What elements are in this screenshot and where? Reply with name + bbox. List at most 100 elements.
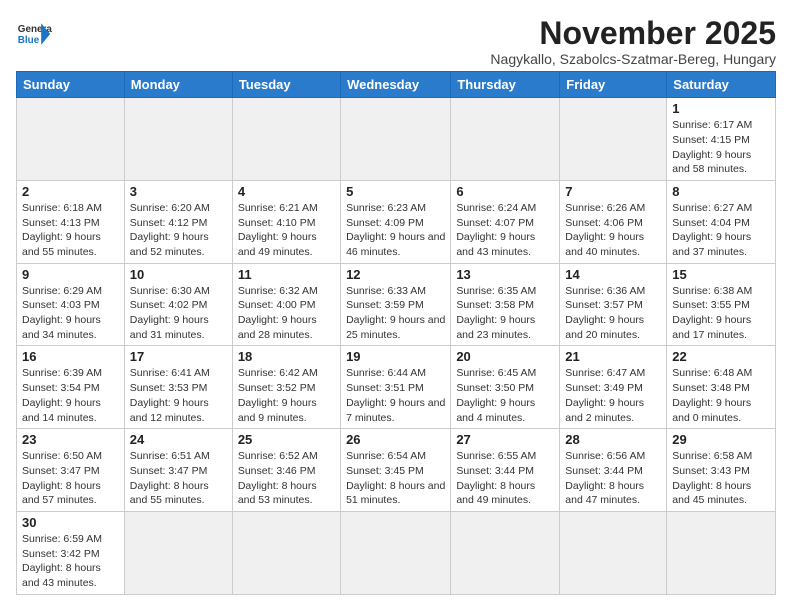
month-title: November 2025 bbox=[490, 16, 776, 51]
day-info: Sunrise: 6:42 AM Sunset: 3:52 PM Dayligh… bbox=[238, 366, 335, 425]
calendar-cell: 24 Sunrise: 6:51 AM Sunset: 3:47 PM Dayli… bbox=[124, 429, 232, 512]
calendar-cell: 8Sunrise: 6:27 AM Sunset: 4:04 PM Daylig… bbox=[667, 180, 776, 263]
day-info: Sunrise: 6:26 AM Sunset: 4:06 PM Dayligh… bbox=[565, 201, 661, 260]
calendar-cell: 30 Sunrise: 6:59 AM Sunset: 3:42 PM Dayli… bbox=[17, 511, 125, 594]
calendar-cell: 4 Sunrise: 6:21 AM Sunset: 4:10 PM Daylig… bbox=[232, 180, 340, 263]
calendar-cell: 28 Sunrise: 6:56 AM Sunset: 3:44 PM Dayli… bbox=[560, 429, 667, 512]
logo: General Blue bbox=[16, 16, 52, 52]
day-info: Sunrise: 6:52 AM Sunset: 3:46 PM Dayligh… bbox=[238, 449, 335, 508]
weekday-header: Sunday bbox=[17, 72, 125, 98]
day-info: Sunrise: 6:27 AM Sunset: 4:04 PM Dayligh… bbox=[672, 201, 770, 260]
day-info: Sunrise: 6:32 AM Sunset: 4:00 PM Dayligh… bbox=[238, 284, 335, 343]
weekday-header-row: SundayMondayTuesdayWednesdayThursdayFrid… bbox=[17, 72, 776, 98]
week-row: 1Sunrise: 6:17 AM Sunset: 4:15 PM Daylig… bbox=[17, 98, 776, 181]
day-info: Sunrise: 6:23 AM Sunset: 4:09 PM Dayligh… bbox=[346, 201, 445, 260]
day-number: 7 bbox=[565, 184, 661, 199]
day-number: 14 bbox=[565, 267, 661, 282]
calendar-cell: 14 Sunrise: 6:36 AM Sunset: 3:57 PM Dayli… bbox=[560, 263, 667, 346]
calendar-cell: 29 Sunrise: 6:58 AM Sunset: 3:43 PM Dayli… bbox=[667, 429, 776, 512]
calendar-cell bbox=[560, 511, 667, 594]
calendar-cell bbox=[232, 98, 340, 181]
day-number: 4 bbox=[238, 184, 335, 199]
title-area: November 2025 Nagykallo, Szabolcs-Szatma… bbox=[490, 16, 776, 67]
day-number: 28 bbox=[565, 432, 661, 447]
day-info: Sunrise: 6:21 AM Sunset: 4:10 PM Dayligh… bbox=[238, 201, 335, 260]
week-row: 9Sunrise: 6:29 AM Sunset: 4:03 PM Daylig… bbox=[17, 263, 776, 346]
calendar-cell bbox=[341, 98, 451, 181]
day-number: 2 bbox=[22, 184, 119, 199]
day-number: 19 bbox=[346, 349, 445, 364]
day-info: Sunrise: 6:35 AM Sunset: 3:58 PM Dayligh… bbox=[456, 284, 554, 343]
weekday-header: Saturday bbox=[667, 72, 776, 98]
day-number: 6 bbox=[456, 184, 554, 199]
day-number: 27 bbox=[456, 432, 554, 447]
calendar-cell: 11Sunrise: 6:32 AM Sunset: 4:00 PM Dayli… bbox=[232, 263, 340, 346]
calendar-cell bbox=[17, 98, 125, 181]
calendar-cell: 2 Sunrise: 6:18 AM Sunset: 4:13 PM Daylig… bbox=[17, 180, 125, 263]
page-header: General Blue November 2025 Nagykallo, Sz… bbox=[16, 16, 776, 67]
day-info: Sunrise: 6:17 AM Sunset: 4:15 PM Dayligh… bbox=[672, 118, 770, 177]
day-info: Sunrise: 6:41 AM Sunset: 3:53 PM Dayligh… bbox=[130, 366, 227, 425]
weekday-header: Tuesday bbox=[232, 72, 340, 98]
day-info: Sunrise: 6:51 AM Sunset: 3:47 PM Dayligh… bbox=[130, 449, 227, 508]
calendar-cell: 18Sunrise: 6:42 AM Sunset: 3:52 PM Dayli… bbox=[232, 346, 340, 429]
calendar-cell: 21 Sunrise: 6:47 AM Sunset: 3:49 PM Dayli… bbox=[560, 346, 667, 429]
week-row: 16 Sunrise: 6:39 AM Sunset: 3:54 PM Dayli… bbox=[17, 346, 776, 429]
day-info: Sunrise: 6:36 AM Sunset: 3:57 PM Dayligh… bbox=[565, 284, 661, 343]
day-number: 21 bbox=[565, 349, 661, 364]
day-info: Sunrise: 6:58 AM Sunset: 3:43 PM Dayligh… bbox=[672, 449, 770, 508]
day-info: Sunrise: 6:47 AM Sunset: 3:49 PM Dayligh… bbox=[565, 366, 661, 425]
calendar-cell: 5 Sunrise: 6:23 AM Sunset: 4:09 PM Daylig… bbox=[341, 180, 451, 263]
calendar-cell bbox=[232, 511, 340, 594]
calendar-cell: 16 Sunrise: 6:39 AM Sunset: 3:54 PM Dayli… bbox=[17, 346, 125, 429]
day-number: 23 bbox=[22, 432, 119, 447]
calendar-cell: 26Sunrise: 6:54 AM Sunset: 3:45 PM Dayli… bbox=[341, 429, 451, 512]
weekday-header: Thursday bbox=[451, 72, 560, 98]
day-number: 25 bbox=[238, 432, 335, 447]
day-number: 30 bbox=[22, 515, 119, 530]
calendar-cell: 6 Sunrise: 6:24 AM Sunset: 4:07 PM Daylig… bbox=[451, 180, 560, 263]
day-info: Sunrise: 6:59 AM Sunset: 3:42 PM Dayligh… bbox=[22, 532, 119, 591]
day-info: Sunrise: 6:56 AM Sunset: 3:44 PM Dayligh… bbox=[565, 449, 661, 508]
weekday-header: Friday bbox=[560, 72, 667, 98]
day-number: 16 bbox=[22, 349, 119, 364]
calendar-cell: 7 Sunrise: 6:26 AM Sunset: 4:06 PM Daylig… bbox=[560, 180, 667, 263]
day-number: 20 bbox=[456, 349, 554, 364]
day-number: 10 bbox=[130, 267, 227, 282]
calendar-cell bbox=[124, 511, 232, 594]
day-number: 17 bbox=[130, 349, 227, 364]
calendar-cell bbox=[667, 511, 776, 594]
day-info: Sunrise: 6:24 AM Sunset: 4:07 PM Dayligh… bbox=[456, 201, 554, 260]
day-number: 29 bbox=[672, 432, 770, 447]
day-number: 5 bbox=[346, 184, 445, 199]
day-number: 26 bbox=[346, 432, 445, 447]
calendar-cell: 20Sunrise: 6:45 AM Sunset: 3:50 PM Dayli… bbox=[451, 346, 560, 429]
calendar-cell bbox=[341, 511, 451, 594]
day-info: Sunrise: 6:39 AM Sunset: 3:54 PM Dayligh… bbox=[22, 366, 119, 425]
calendar-cell bbox=[451, 511, 560, 594]
subtitle: Nagykallo, Szabolcs-Szatmar-Bereg, Hunga… bbox=[490, 51, 776, 67]
day-info: Sunrise: 6:20 AM Sunset: 4:12 PM Dayligh… bbox=[130, 201, 227, 260]
day-number: 13 bbox=[456, 267, 554, 282]
calendar-cell: 13 Sunrise: 6:35 AM Sunset: 3:58 PM Dayli… bbox=[451, 263, 560, 346]
logo-icon: General Blue bbox=[16, 16, 52, 52]
day-info: Sunrise: 6:18 AM Sunset: 4:13 PM Dayligh… bbox=[22, 201, 119, 260]
weekday-header: Wednesday bbox=[341, 72, 451, 98]
day-number: 3 bbox=[130, 184, 227, 199]
day-number: 24 bbox=[130, 432, 227, 447]
day-info: Sunrise: 6:50 AM Sunset: 3:47 PM Dayligh… bbox=[22, 449, 119, 508]
calendar-cell: 25 Sunrise: 6:52 AM Sunset: 3:46 PM Dayli… bbox=[232, 429, 340, 512]
day-number: 12 bbox=[346, 267, 445, 282]
day-number: 15 bbox=[672, 267, 770, 282]
week-row: 23 Sunrise: 6:50 AM Sunset: 3:47 PM Dayli… bbox=[17, 429, 776, 512]
calendar-cell bbox=[124, 98, 232, 181]
day-number: 9 bbox=[22, 267, 119, 282]
day-info: Sunrise: 6:30 AM Sunset: 4:02 PM Dayligh… bbox=[130, 284, 227, 343]
calendar-cell: 22Sunrise: 6:48 AM Sunset: 3:48 PM Dayli… bbox=[667, 346, 776, 429]
day-info: Sunrise: 6:55 AM Sunset: 3:44 PM Dayligh… bbox=[456, 449, 554, 508]
calendar-cell bbox=[560, 98, 667, 181]
day-info: Sunrise: 6:44 AM Sunset: 3:51 PM Dayligh… bbox=[346, 366, 445, 425]
week-row: 30 Sunrise: 6:59 AM Sunset: 3:42 PM Dayli… bbox=[17, 511, 776, 594]
calendar: SundayMondayTuesdayWednesdayThursdayFrid… bbox=[16, 71, 776, 595]
calendar-cell: 19 Sunrise: 6:44 AM Sunset: 3:51 PM Dayli… bbox=[341, 346, 451, 429]
